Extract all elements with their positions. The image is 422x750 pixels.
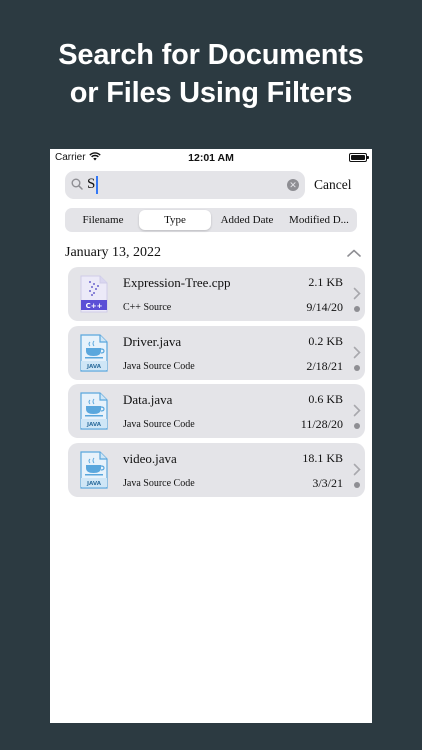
status-dot — [354, 364, 360, 371]
file-type: Java Source Code — [123, 477, 195, 489]
status-dot — [354, 306, 360, 312]
cpp-file-icon: C++ — [80, 275, 108, 313]
phone-screen: Carrier 12:01 AM S ✕ Cancel Filename Typ… — [50, 149, 372, 723]
file-name: Expression-Tree.cpp — [123, 275, 231, 290]
filter-segment-type[interactable]: Type — [139, 210, 211, 230]
java-file-icon: JAVA — [80, 392, 108, 430]
file-date: 11/28/20 — [300, 417, 343, 431]
search-icon — [71, 178, 83, 190]
status-dot — [354, 481, 360, 488]
filter-segmented-control: Filename Type Added Date Modified D... — [65, 208, 357, 232]
file-name: Data.java — [123, 392, 173, 407]
filter-segment-modified-date[interactable]: Modified D... — [283, 210, 355, 230]
file-type: Java Source Code — [123, 419, 195, 430]
file-row[interactable]: C++ Expression-Tree.cpp C++ Source 2.1 K… — [68, 267, 365, 321]
file-row[interactable]: JAVA Driver.java Java Source Code 0.2 KB… — [68, 325, 365, 380]
chevron-right-icon — [353, 346, 361, 358]
svg-text:C++: C++ — [86, 302, 103, 310]
filter-segment-filename[interactable]: Filename — [67, 210, 139, 230]
chevron-right-icon — [353, 463, 361, 475]
text-cursor — [96, 176, 98, 194]
file-size: 0.2 KB — [308, 333, 343, 348]
file-date: 9/14/20 — [306, 300, 343, 314]
chevron-up-icon[interactable] — [347, 249, 361, 257]
file-size: 0.6 KB — [308, 392, 343, 406]
file-date: 3/3/21 — [312, 475, 343, 490]
file-size: 18.1 KB — [302, 450, 343, 465]
chevron-right-icon — [353, 404, 361, 417]
svg-text:JAVA: JAVA — [86, 364, 102, 370]
file-list: C++ Expression-Tree.cpp C++ Source 2.1 K… — [68, 267, 365, 501]
chevron-right-icon — [353, 287, 361, 300]
svg-text:JAVA: JAVA — [86, 422, 102, 428]
battery-icon — [349, 153, 369, 162]
headline-line-1: Search for Documents — [58, 39, 364, 71]
filter-segment-added-date[interactable]: Added Date — [211, 210, 283, 230]
file-name: Driver.java — [123, 333, 182, 349]
marketing-headline: Search for Documents or Files Using Filt… — [0, 36, 422, 112]
java-file-icon: JAVA — [80, 333, 108, 372]
search-input[interactable]: S — [87, 176, 95, 193]
status-dot — [354, 423, 360, 429]
headline-line-2: or Files Using Filters — [69, 77, 353, 109]
section-title: January 13, 2022 — [65, 245, 162, 260]
cancel-button[interactable]: Cancel — [314, 177, 351, 193]
file-type: C++ Source — [123, 302, 172, 313]
clear-search-icon[interactable]: ✕ — [287, 179, 299, 191]
file-row[interactable]: JAVA video.java Java Source Code 18.1 KB… — [68, 442, 365, 497]
java-file-icon: JAVA — [80, 450, 108, 489]
file-name: video.java — [123, 450, 177, 466]
file-size: 2.1 KB — [308, 275, 343, 289]
status-bar: Carrier 12:01 AM — [50, 149, 372, 167]
file-row[interactable]: JAVA Data.java Java Source Code 0.6 KB 1… — [68, 384, 365, 438]
file-date: 2/18/21 — [306, 358, 343, 373]
file-type: Java Source Code — [123, 360, 195, 372]
search-bar[interactable]: S ✕ — [65, 171, 305, 199]
status-time: 12:01 AM — [188, 152, 234, 164]
svg-text:JAVA: JAVA — [86, 481, 102, 487]
